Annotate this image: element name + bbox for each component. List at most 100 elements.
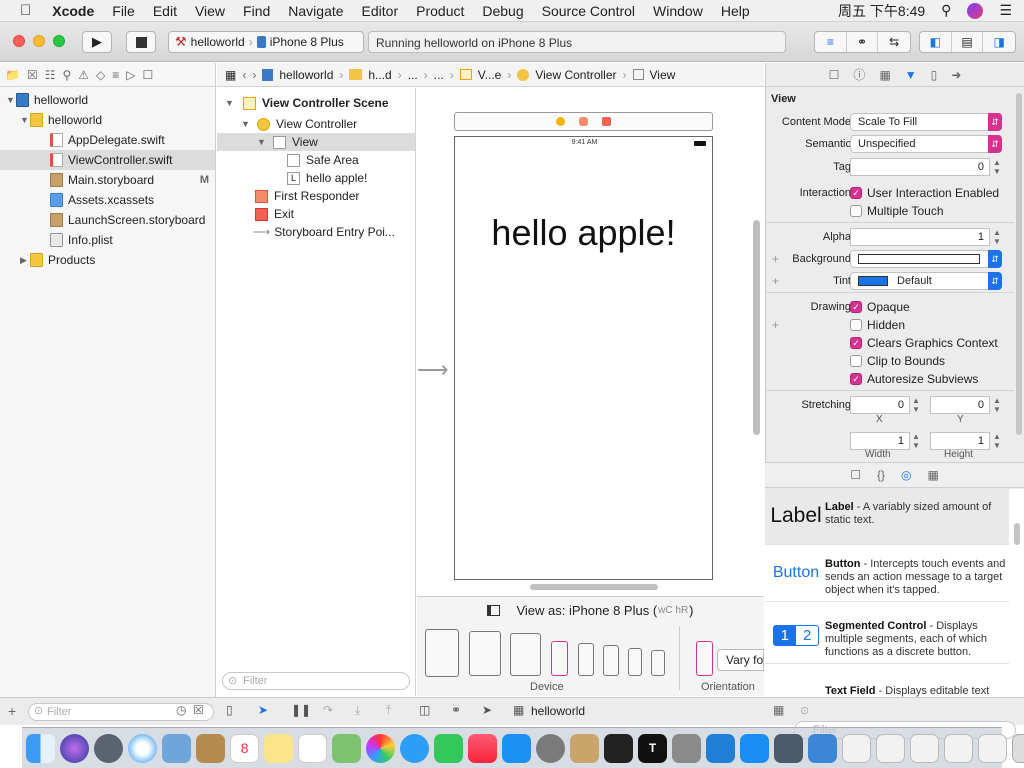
standard-editor-icon[interactable]: ≡ bbox=[815, 32, 847, 52]
finder-icon[interactable] bbox=[26, 733, 55, 763]
photos-icon[interactable] bbox=[366, 733, 395, 763]
contacts-icon[interactable] bbox=[196, 733, 225, 763]
navigator-toggle-icon[interactable]: ◧ bbox=[920, 32, 952, 52]
system-preferences-icon[interactable] bbox=[536, 733, 565, 763]
outline-row-exit[interactable]: Exit bbox=[217, 205, 415, 223]
utilities-toggle-icon[interactable]: ◨ bbox=[983, 32, 1015, 52]
pause-icon[interactable]: ❚❚ bbox=[291, 703, 311, 717]
stretch-height-stepper[interactable]: ▲ ▼ bbox=[992, 432, 1002, 450]
stretch-x-stepper[interactable]: ▲ ▼ bbox=[911, 396, 921, 414]
library-item-button[interactable]: Button Button - Intercepts touch events … bbox=[765, 546, 1009, 602]
clip-to-bounds-checkbox[interactable] bbox=[850, 355, 862, 367]
tint-select[interactable]: Default ⇵ bbox=[850, 272, 1002, 290]
view-as-bar[interactable]: View as: iPhone 8 Plus (wC hR) bbox=[417, 600, 764, 620]
spotlight-search-icon[interactable]: ⚲ bbox=[941, 2, 951, 19]
outline-row-first-responder[interactable]: First Responder bbox=[217, 187, 415, 205]
screenshot-thumbnail-icon[interactable] bbox=[978, 733, 1007, 763]
add-variation-icon[interactable]: + bbox=[772, 318, 779, 332]
canvas-icon[interactable]: ▯ bbox=[226, 703, 233, 717]
autoresize-checkbox[interactable]: ✓ bbox=[850, 373, 862, 385]
instruments-icon[interactable] bbox=[774, 733, 803, 763]
music-icon[interactable] bbox=[468, 733, 497, 763]
outline-row-vc[interactable]: ▼ View Controller bbox=[217, 115, 415, 133]
connections-inspector-icon[interactable]: ➜ bbox=[951, 68, 961, 82]
assistant-editor-icon[interactable]: ⚭ bbox=[847, 32, 879, 52]
background-select[interactable]: ⇵ bbox=[850, 250, 1002, 268]
menu-product[interactable]: Product bbox=[407, 3, 473, 19]
add-icon[interactable]: + bbox=[8, 703, 16, 719]
xcode-icon[interactable] bbox=[740, 733, 769, 763]
notes-icon[interactable] bbox=[264, 733, 293, 763]
folder-icon[interactable]: 📁 bbox=[5, 68, 20, 82]
clock-text[interactable]: 周五 下午8:49 bbox=[838, 1, 925, 21]
tree-row-group[interactable]: ▶ Products bbox=[0, 250, 215, 270]
vary-for-traits-button[interactable]: Vary for bbox=[717, 649, 764, 671]
menu-source-control[interactable]: Source Control bbox=[533, 3, 644, 19]
user-interaction-checkbox[interactable]: ✓ bbox=[850, 187, 862, 199]
breadcrumb-item[interactable]: V...e bbox=[478, 68, 502, 82]
warning-icon[interactable]: ⚠ bbox=[78, 68, 89, 82]
location-icon[interactable]: ➤ bbox=[482, 703, 492, 717]
reminders-icon[interactable] bbox=[298, 733, 327, 763]
calendar-icon[interactable]: 8 bbox=[230, 733, 259, 763]
outline-row-label[interactable]: Lhello apple! bbox=[217, 169, 415, 187]
device-ipad-pro-10-icon[interactable] bbox=[469, 631, 501, 676]
file-inspector-icon[interactable]: ☐ bbox=[829, 68, 840, 82]
screenshot-thumbnail-icon[interactable] bbox=[876, 733, 905, 763]
menu-file[interactable]: File bbox=[103, 3, 144, 19]
app-store-icon[interactable] bbox=[502, 733, 531, 763]
clears-graphics-checkbox[interactable]: ✓ bbox=[850, 337, 862, 349]
preview-icon[interactable] bbox=[162, 733, 191, 763]
outline-row-safe-area[interactable]: Safe Area bbox=[217, 151, 415, 169]
sidebar-toggle-icon[interactable] bbox=[487, 604, 501, 616]
breadcrumb-item[interactable]: View bbox=[650, 68, 676, 82]
device-ipad-pro-12-icon[interactable] bbox=[425, 629, 459, 677]
maps-icon[interactable] bbox=[332, 733, 361, 763]
stretch-y-field[interactable]: 0 bbox=[930, 396, 990, 414]
documents-folder-icon[interactable] bbox=[808, 733, 837, 763]
library-scrollbar[interactable] bbox=[1014, 523, 1020, 545]
device-iphone-x-icon[interactable] bbox=[578, 643, 594, 676]
menu-window[interactable]: Window bbox=[644, 3, 712, 19]
screenshot-thumbnail-icon[interactable] bbox=[842, 733, 871, 763]
breadcrumb-item[interactable]: ... bbox=[408, 68, 418, 82]
version-editor-icon[interactable]: ⇆ bbox=[878, 32, 910, 52]
menu-edit[interactable]: Edit bbox=[144, 3, 186, 19]
forward-icon[interactable]: › bbox=[252, 68, 256, 82]
test-icon[interactable]: ◇ bbox=[96, 68, 105, 82]
exit-icon[interactable] bbox=[602, 117, 611, 126]
close-window-button[interactable] bbox=[13, 35, 25, 47]
facetime-icon[interactable] bbox=[434, 733, 463, 763]
stretch-y-stepper[interactable]: ▲ ▼ bbox=[992, 396, 1002, 414]
view-debugger-icon[interactable]: ◫ bbox=[419, 703, 430, 717]
scheme-selector[interactable]: ⚒ helloworld › iPhone 8 Plus bbox=[168, 31, 364, 53]
notification-center-icon[interactable]: ☰ bbox=[999, 2, 1012, 19]
library-item-label[interactable]: Label Label - A variably sized amount of… bbox=[765, 489, 1009, 545]
first-responder-icon[interactable] bbox=[579, 117, 588, 126]
menu-view[interactable]: View bbox=[186, 3, 234, 19]
disclosure-closed-icon[interactable]: ▶ bbox=[20, 255, 30, 266]
semantic-select[interactable]: Unspecified ⇵ bbox=[850, 135, 1002, 153]
source-control-icon[interactable]: ☒ bbox=[27, 68, 38, 82]
script-editor-icon[interactable] bbox=[570, 733, 599, 763]
multiple-touch-checkbox[interactable] bbox=[850, 205, 862, 217]
siri-icon[interactable] bbox=[967, 2, 984, 19]
tree-row-file-selected[interactable]: ViewController.swift bbox=[0, 150, 215, 170]
run-button[interactable]: ▶ bbox=[82, 31, 112, 53]
grid-view-icon[interactable]: ▦ bbox=[773, 703, 784, 717]
back-icon[interactable]: ‹ bbox=[242, 68, 246, 82]
device-iphone-8-icon[interactable] bbox=[603, 645, 619, 676]
menu-find[interactable]: Find bbox=[234, 3, 279, 19]
identity-inspector-icon[interactable]: ▦ bbox=[879, 68, 890, 82]
alpha-field[interactable]: 1 bbox=[850, 228, 990, 246]
canvas-horizontal-scrollbar[interactable] bbox=[530, 584, 658, 590]
stretch-height-field[interactable]: 1 bbox=[930, 432, 990, 450]
library-item-textfield[interactable]: Text Field - Displays editable text bbox=[765, 671, 1009, 697]
device-iphone-4s-icon[interactable] bbox=[651, 650, 665, 676]
device-iphone-se-icon[interactable] bbox=[628, 648, 642, 676]
tag-field[interactable]: 0 bbox=[850, 158, 990, 176]
menu-editor[interactable]: Editor bbox=[353, 3, 408, 19]
related-items-icon[interactable]: ▦ bbox=[225, 68, 236, 82]
tree-row-group[interactable]: ▼ helloworld bbox=[0, 110, 215, 130]
tree-row-file[interactable]: AppDelegate.swift bbox=[0, 130, 215, 150]
